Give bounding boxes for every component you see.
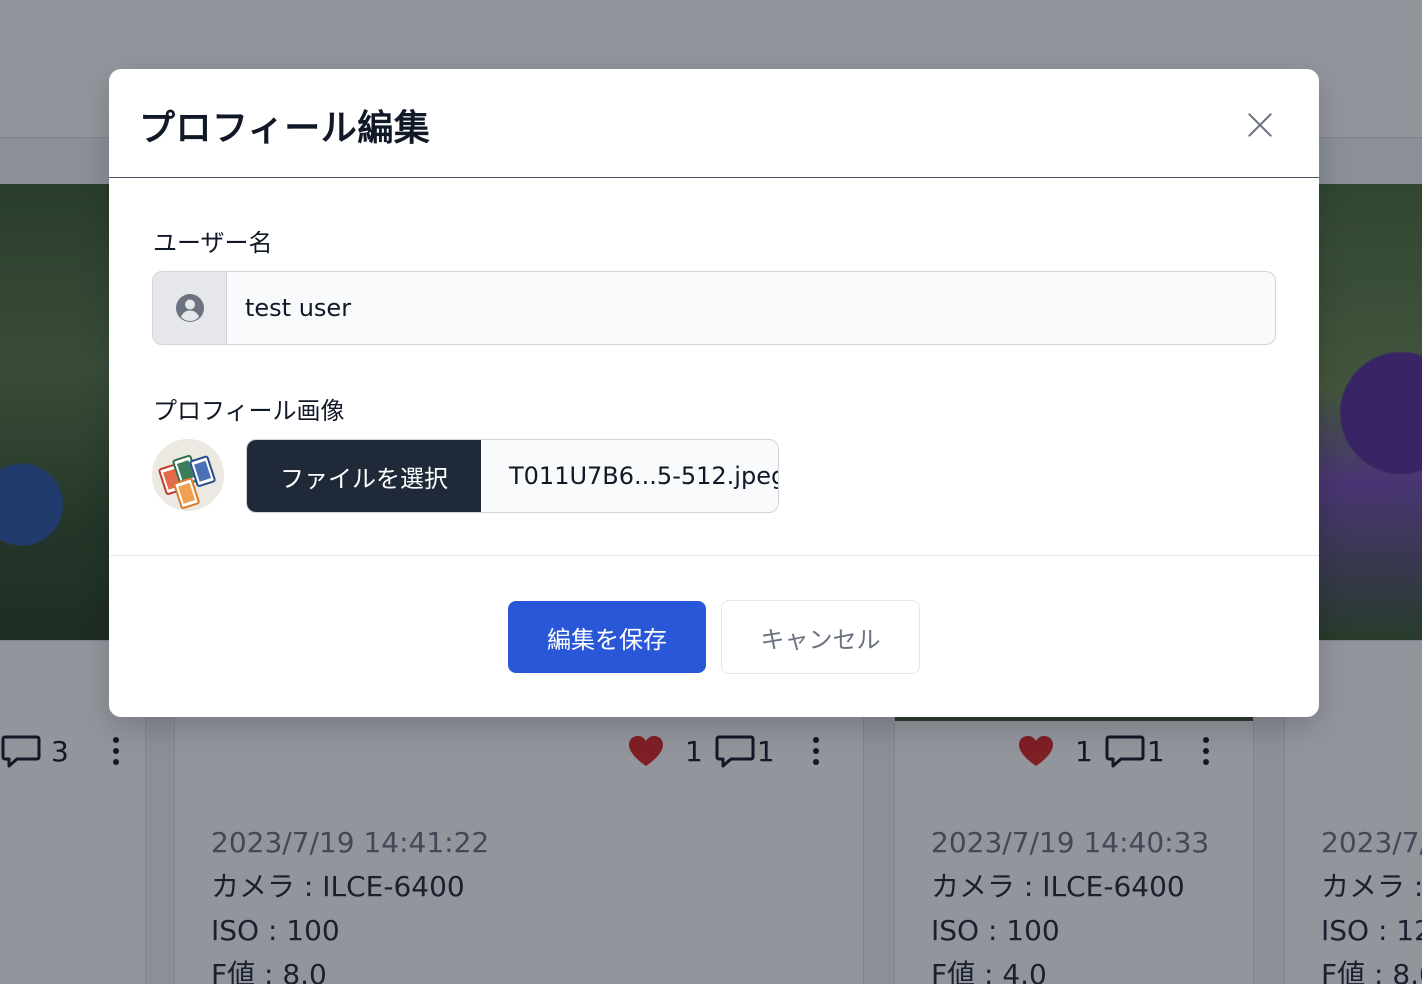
- username-addon: [153, 272, 227, 344]
- profile-edit-modal: プロフィール編集 ユーザー名 プロフィール画像: [109, 69, 1319, 717]
- selected-file-name: T011U7B6...5-512.jpeg: [509, 462, 778, 490]
- profile-image-label: プロフィール画像: [153, 397, 345, 425]
- user-circle-icon: [175, 294, 204, 322]
- cancel-button[interactable]: キャンセル: [721, 600, 920, 674]
- close-icon[interactable]: [1243, 107, 1279, 143]
- username-input-group: [152, 271, 1276, 345]
- modal-title: プロフィール編集: [139, 108, 431, 149]
- modal-footer-divider: [109, 555, 1319, 556]
- avatar: [152, 439, 224, 511]
- modal-header: プロフィール編集: [109, 69, 1319, 178]
- username-input[interactable]: [227, 272, 1275, 344]
- avatar-image: [152, 439, 224, 511]
- choose-file-button[interactable]: ファイルを選択: [247, 440, 481, 512]
- username-label: ユーザー名: [153, 229, 273, 257]
- file-input-group: ファイルを選択 T011U7B6...5-512.jpeg: [246, 439, 779, 513]
- save-button[interactable]: 編集を保存: [508, 601, 706, 673]
